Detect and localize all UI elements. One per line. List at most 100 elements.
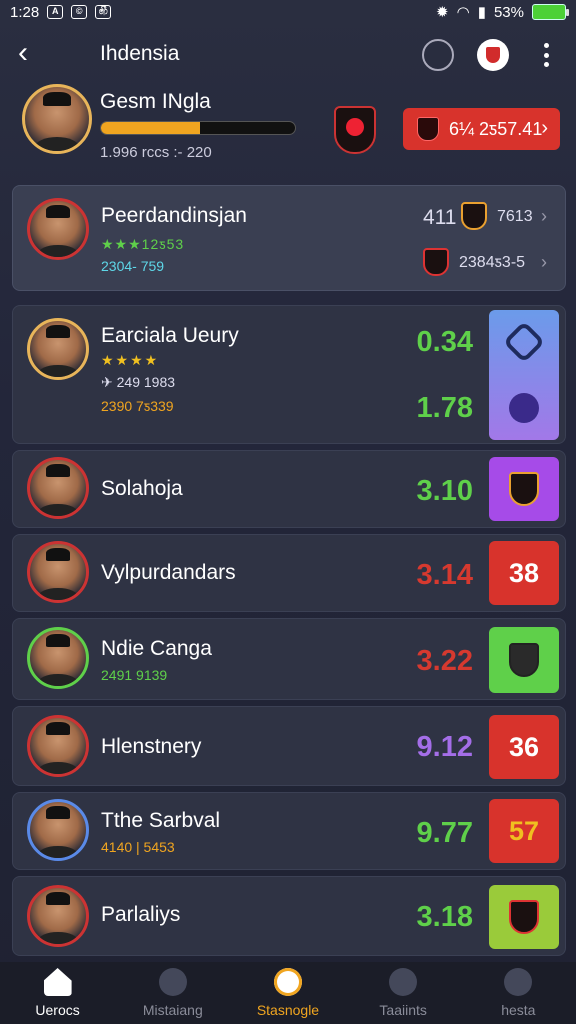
player-tile[interactable]: 38 [489,541,559,605]
player-stars: ★★★★ [101,352,160,368]
club-crest-icon[interactable] [334,106,376,154]
nav-label: Taaiints [379,1002,427,1018]
notification-app-icon: ෯ [95,5,112,19]
featured-avatar [27,198,89,260]
back-arrow-icon[interactable]: ‹ [18,38,42,68]
player-name: Parlaliys [101,903,181,926]
chevron-right-icon: › [541,117,548,139]
player-rating: 0.34 [416,326,473,358]
player-card[interactable]: Earciala Ueury ★★★★ ✈ 249 1983 2390 7ƽ33… [12,305,566,444]
player-tile[interactable] [489,885,559,949]
nav-item-home[interactable]: Uerocs [3,968,113,1018]
player-card[interactable]: Tthe Sarbval 4140 | 5453 9.77 57 [12,792,566,870]
notification-c-icon: © [71,5,88,19]
featured-name: Peerdandinsjan [101,204,247,227]
player-card[interactable]: Vylpurdandars 3.14 38 [12,534,566,612]
player-card[interactable]: Parlaliys 3.18 [12,876,566,956]
round-badge-icon [509,393,539,423]
player-avatar [27,627,89,689]
cloud-icon[interactable] [422,39,454,71]
player-rating: 3.18 [416,901,473,933]
player-card[interactable]: Hlenstnery 9.12 36 [12,706,566,786]
player-avatar [27,457,89,519]
status-bar: 1:28 A © ෯ ✹ ◠ ▮ 53% [0,0,576,24]
profile-name: Gesm INgla [100,90,211,113]
player-stat-line: 2390 7ƽ339 [101,398,174,414]
nav-item-taaiints[interactable]: Taaiints [348,968,458,1018]
player-name: Vylpurdandars [101,561,236,584]
avatar[interactable] [22,84,92,154]
wifi-icon: ◠ [456,4,470,21]
player-stat-line: ✈ 249 1983 [101,374,176,390]
player-name: Tthe Sarbval [101,809,221,832]
player-tile[interactable] [489,457,559,521]
player-stat-line: 2491 9139 [101,667,168,683]
profile-header: Gesm INgla 1.996 rccs :- 220 6¼ 2ƽ57.41 … [0,82,576,172]
player-avatar [27,541,89,603]
player-rating: 9.77 [416,817,473,849]
team-crest-icon [461,202,487,230]
chevron-right-icon: › [541,206,547,226]
player-stat-line: 4140 | 5453 [101,839,175,855]
status-time: 1:28 [10,3,40,21]
club-badge-icon[interactable] [477,39,509,71]
player-rating: 9.12 [416,731,473,763]
player-name: Hlenstnery [101,735,202,758]
nav-label: Stasnogle [256,1002,320,1018]
player-rating-secondary: 1.78 [416,392,473,424]
player-avatar [27,885,89,947]
player-tile[interactable]: 57 [489,799,559,863]
page-title: Ihdensia [100,42,180,65]
player-card[interactable]: Ndie Canga 2491 9139 3.22 [12,618,566,700]
featured-top-right: 7613 [497,208,533,225]
signal-icon: ▮ [477,4,486,21]
crest-icon [417,117,439,141]
profile-icon [504,968,533,996]
brightness-icon: ✹ [436,4,449,21]
featured-bottom-right: 2384ƽ3-5 [459,254,526,271]
player-avatar [27,715,89,777]
player-avatar [27,799,89,861]
nav-item-stasnogle[interactable]: Stasnogle [233,968,343,1018]
featured-player-card[interactable]: Peerdandinsjan ★★★12ƽ53 2304- 759 411 76… [12,185,566,291]
shield-badge-icon [509,900,539,934]
player-rating: 3.10 [416,475,473,507]
bottom-nav: Uerocs Mistaiang Stasnogle Taaiints hest… [0,962,576,1024]
player-name: Earciala Ueury [101,324,239,347]
player-card[interactable]: Solahoja 3.10 [12,450,566,528]
notification-a-icon: A [47,5,64,19]
player-rating: 3.22 [416,645,473,677]
coins-button[interactable]: 6¼ 2ƽ57.41 › [403,108,560,150]
battery-percent: 53% [493,3,524,21]
player-tile[interactable] [489,627,559,693]
shield-badge-icon [509,643,539,677]
featured-stars: ★★★12ƽ53 [101,236,185,252]
player-name: Ndie Canga [101,637,212,660]
shield-badge-icon [509,472,539,506]
player-tile[interactable]: 36 [489,715,559,779]
arrow-up-icon [158,968,187,996]
hex-badge-icon [502,320,546,364]
xp-progress-fill [101,122,200,134]
team-crest-icon [423,248,449,276]
player-tile[interactable] [489,310,559,440]
user-icon [389,968,418,996]
featured-sub: 2304- 759 [101,258,165,274]
coin-value: 6¼ 2ƽ57.41 [449,118,543,139]
nav-label: hesta [501,1002,536,1018]
more-vertical-icon[interactable] [536,40,556,70]
battery-icon [532,4,569,20]
player-rating: 3.14 [416,559,473,591]
player-avatar [27,318,89,380]
home-icon [43,968,72,996]
top-bar: ‹ Ihdensia [0,30,576,80]
featured-top-value: 411 [423,206,457,229]
target-icon [273,968,302,996]
xp-progress-bar [100,121,296,135]
nav-item-hesta[interactable]: hesta [463,968,573,1018]
nav-label: Mistaiang [142,1002,203,1018]
player-name: Solahoja [101,477,183,500]
nav-item-mistaiang[interactable]: Mistaiang [118,968,228,1018]
profile-stats: 1.996 rccs :- 220 [100,144,212,161]
chevron-right-icon: › [541,252,547,272]
